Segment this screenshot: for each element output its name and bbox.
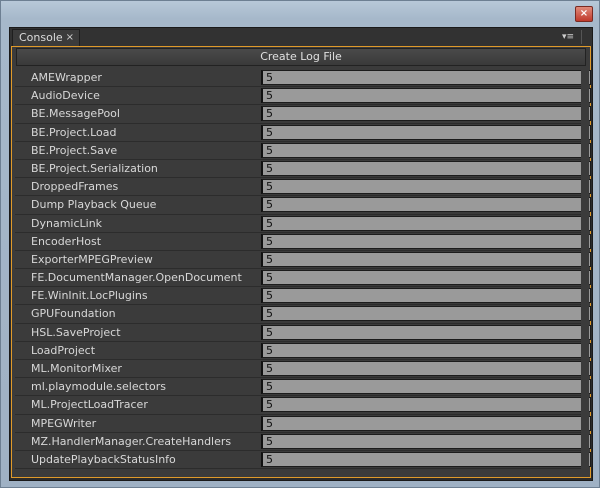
create-log-file-button[interactable]: Create Log File [16,48,586,66]
window-close-button[interactable]: × [575,6,593,22]
log-level-field[interactable]: 5 [261,270,591,286]
log-category-label: HSL.SaveProject [31,325,121,339]
log-level-field[interactable]: 5 [261,179,591,195]
panel-tab-bar: Console × ▾≡ [10,28,592,46]
log-category-label: ExporterMPEGPreview [31,252,153,266]
list-item: DroppedFrames 5 [15,178,591,197]
log-level-field[interactable]: 5 [261,160,591,176]
window-frame: × Console × ▾≡ Create Log File AMEWrappe… [0,0,600,488]
log-level-field[interactable]: 5 [261,251,591,267]
log-level-field[interactable]: 5 [261,288,591,304]
log-level-field[interactable]: 5 [261,124,591,140]
log-level-field[interactable]: 5 [261,397,591,413]
log-category-label: BE.Project.Load [31,125,117,139]
log-category-label: Dump Playback Queue [31,198,157,212]
log-category-label: ML.ProjectLoadTracer [31,398,148,412]
list-item: AudioDevice 5 [15,87,591,106]
log-level-field[interactable]: 5 [261,361,591,376]
list-item: ml.playmodule.selectors 5 [15,378,591,397]
log-category-label: ML.MonitorMixer [31,362,122,375]
tab-close-icon[interactable]: × [66,30,74,46]
panel-grip[interactable] [581,30,590,44]
list-item: AMEWrapper 5 [15,69,591,88]
list-item: GPUFoundation 5 [15,305,591,324]
console-panel: Console × ▾≡ Create Log File AMEWrapper 5… [9,27,593,481]
log-category-label: GPUFoundation [31,307,116,321]
log-level-field[interactable]: 5 [261,342,591,358]
log-category-label: EncoderHost [31,234,102,248]
list-item: ExporterMPEGPreview 5 [15,251,591,270]
log-category-label: BE.Project.Serialization [31,161,158,175]
log-category-label: BE.MessagePool [31,107,120,121]
log-category-label: AMEWrapper [31,71,102,84]
log-level-field[interactable]: 5 [261,88,591,104]
list-item: Dump Playback Queue 5 [15,196,591,215]
tab-console[interactable]: Console × [12,29,80,46]
tab-label: Console [19,31,63,44]
log-category-label: LoadProject [31,343,96,357]
console-content: Create Log File AMEWrapper 5 AudioDevice 5 B… [11,46,591,478]
log-category-label: MZ.HandlerManager.CreateHandlers [31,434,232,448]
list-item: HSL.SaveProject 5 [15,324,591,342]
list-item: BE.Project.Load 5 [15,124,591,142]
log-category-label: DroppedFrames [31,180,119,194]
log-level-field[interactable]: 5 [261,215,591,231]
log-category-label: UpdatePlaybackStatusInfo [31,452,176,466]
log-category-label: ml.playmodule.selectors [31,380,166,394]
log-category-label: DynamicLink [31,216,103,230]
list-item: DynamicLink 5 [15,215,591,233]
log-level-field[interactable]: 5 [261,197,591,213]
log-category-label: FE.WinInit.LocPlugins [31,289,148,303]
log-level-field[interactable]: 5 [261,306,591,322]
log-level-field[interactable]: 5 [261,106,591,122]
list-item: FE.DocumentManager.OpenDocument 5 [15,269,591,288]
log-level-field[interactable]: 5 [261,433,591,449]
list-item: BE.Project.Save 5 [15,142,591,160]
log-level-field[interactable]: 5 [261,379,591,395]
list-item: ML.MonitorMixer 5 [15,360,591,379]
log-category-label: AudioDevice [31,89,100,103]
log-level-field[interactable]: 5 [261,70,591,85]
log-level-field[interactable]: 5 [261,142,591,158]
log-level-field[interactable]: 5 [261,415,591,431]
log-level-field[interactable]: 5 [261,451,591,467]
list-item: EncoderHost 5 [15,233,591,251]
log-category-label: FE.DocumentManager.OpenDocument [31,271,242,285]
list-item: LoadProject 5 [15,342,591,360]
list-item: ML.ProjectLoadTracer 5 [15,396,591,415]
log-category-label: MPEGWriter [31,416,97,430]
scrollbar[interactable] [581,69,589,475]
log-level-field[interactable]: 5 [261,324,591,340]
list-item: BE.MessagePool 5 [15,105,591,124]
list-item: MZ.HandlerManager.CreateHandlers 5 [15,433,591,451]
list-item: FE.WinInit.LocPlugins 5 [15,287,591,306]
list-item: MPEGWriter 5 [15,415,591,433]
list-item: BE.Project.Serialization 5 [15,160,591,179]
log-level-list: AMEWrapper 5 AudioDevice 5 BE.MessagePool 5 BE… [15,69,591,470]
panel-menu-icon[interactable]: ▾≡ [562,31,576,43]
log-category-label: BE.Project.Save [31,143,118,157]
log-level-field[interactable]: 5 [261,233,591,249]
list-item: UpdatePlaybackStatusInfo 5 [15,451,591,470]
